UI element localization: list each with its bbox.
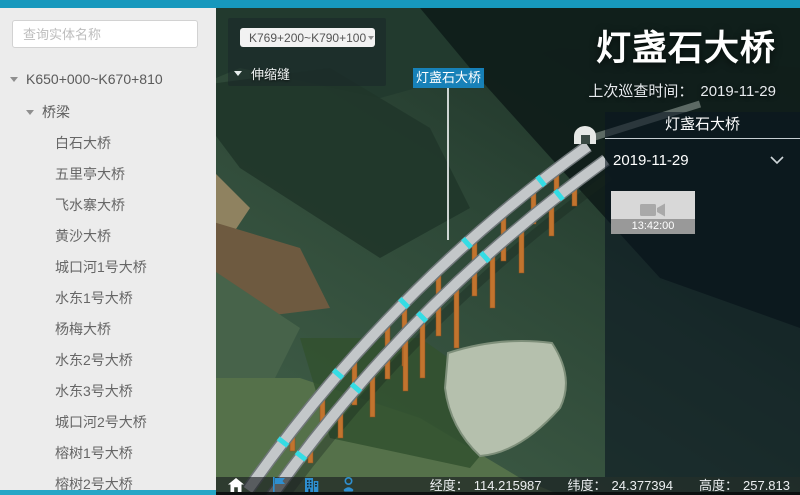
sidebar-item-bridge[interactable]: 榕树1号大桥 bbox=[0, 438, 216, 469]
video-camera-icon bbox=[640, 202, 666, 218]
caret-down-icon bbox=[10, 77, 18, 82]
bridge-map-marker[interactable]: 灯盏石大桥 bbox=[413, 68, 484, 88]
chevron-down-icon[interactable] bbox=[770, 156, 784, 165]
sidebar-item-bridge[interactable]: 城口河2号大桥 bbox=[0, 407, 216, 438]
longitude-readout: 经度：114.215987 bbox=[430, 475, 542, 494]
video-timestamp: 13:42:00 bbox=[611, 219, 695, 234]
home-icon[interactable] bbox=[228, 478, 244, 492]
sidebar-item-bridge[interactable]: 水东1号大桥 bbox=[0, 283, 216, 314]
stake-range-select[interactable]: K769+200~K790+100 bbox=[240, 28, 375, 47]
layer-label: 伸缩缝 bbox=[251, 64, 290, 83]
inspection-record-row[interactable]: 2019-11-29 bbox=[605, 151, 800, 171]
latitude-readout: 纬度：24.377394 bbox=[568, 475, 673, 494]
status-bar: 经度：114.215987 纬度：24.377394 高度：257.813 bbox=[216, 477, 800, 495]
sidebar-item-bridge[interactable]: 水东3号大桥 bbox=[0, 376, 216, 407]
top-accent-bar bbox=[0, 0, 800, 8]
sidebar-item-bridge[interactable]: 飞水寨大桥 bbox=[0, 190, 216, 221]
tree-node-section[interactable]: K650+000~K670+810 bbox=[0, 68, 216, 90]
sidebar-scrollbar[interactable] bbox=[0, 490, 216, 495]
search-input[interactable] bbox=[12, 20, 198, 48]
sidebar-item-bridge[interactable]: 五里亭大桥 bbox=[0, 159, 216, 190]
page-title: 灯盏石大桥 bbox=[588, 20, 776, 71]
caret-down-icon bbox=[234, 71, 242, 76]
entity-sidebar: K650+000~K670+810 桥梁 白石大桥 五里亭大桥 飞水寨大桥 黄沙… bbox=[0, 8, 216, 495]
altitude-readout: 高度：257.813 bbox=[699, 475, 790, 494]
sidebar-item-bridge[interactable]: 白石大桥 bbox=[0, 128, 216, 159]
inspection-panel: 灯盏石大桥 2019-11-29 13:42:00 bbox=[605, 112, 800, 477]
sidebar-item-bridge[interactable]: 杨梅大桥 bbox=[0, 314, 216, 345]
inspection-record-date: 2019-11-29 bbox=[613, 152, 689, 169]
stake-range-value: K769+200~K790+100 bbox=[249, 31, 366, 45]
building-icon[interactable] bbox=[303, 478, 319, 492]
app-window: 灯盏石大桥 K769+200~K790+100 伸缩缝 灯盏石大桥 上次巡查时间… bbox=[0, 0, 800, 495]
hero-header: 灯盏石大桥 上次巡查时间： 2019-11-29 bbox=[588, 20, 776, 101]
flag-icon[interactable] bbox=[272, 477, 286, 492]
inspection-panel-title: 灯盏石大桥 bbox=[605, 112, 800, 139]
entity-tree: K650+000~K670+810 桥梁 白石大桥 五里亭大桥 飞水寨大桥 黄沙… bbox=[0, 68, 216, 495]
sidebar-item-bridge[interactable]: 水东2号大桥 bbox=[0, 345, 216, 376]
tree-node-label: K650+000~K670+810 bbox=[26, 71, 163, 87]
tree-node-label: 桥梁 bbox=[42, 102, 70, 122]
video-thumbnail[interactable]: 13:42:00 bbox=[611, 191, 695, 234]
marker-leader-line bbox=[447, 88, 449, 240]
range-filter-panel: K769+200~K790+100 伸缩缝 bbox=[228, 18, 386, 86]
last-patrol-date: 2019-11-29 bbox=[700, 83, 776, 100]
last-patrol-label: 上次巡查时间： bbox=[588, 83, 693, 100]
chevron-down-icon bbox=[368, 36, 374, 40]
sidebar-item-bridge[interactable]: 城口河1号大桥 bbox=[0, 252, 216, 283]
caret-down-icon bbox=[26, 110, 34, 115]
sidebar-item-bridge[interactable]: 黄沙大桥 bbox=[0, 221, 216, 252]
tree-node-bridges[interactable]: 桥梁 bbox=[0, 101, 216, 123]
last-patrol-time: 上次巡查时间： 2019-11-29 bbox=[588, 80, 776, 101]
layer-toggle-expansion-joints[interactable]: 伸缩缝 bbox=[234, 64, 290, 83]
camera-coordinates: 经度：114.215987 纬度：24.377394 高度：257.813 bbox=[404, 475, 800, 494]
bridge-list: 白石大桥 五里亭大桥 飞水寨大桥 黄沙大桥 城口河1号大桥 水东1号大桥 杨梅大… bbox=[0, 128, 216, 495]
location-person-icon[interactable] bbox=[341, 477, 356, 492]
